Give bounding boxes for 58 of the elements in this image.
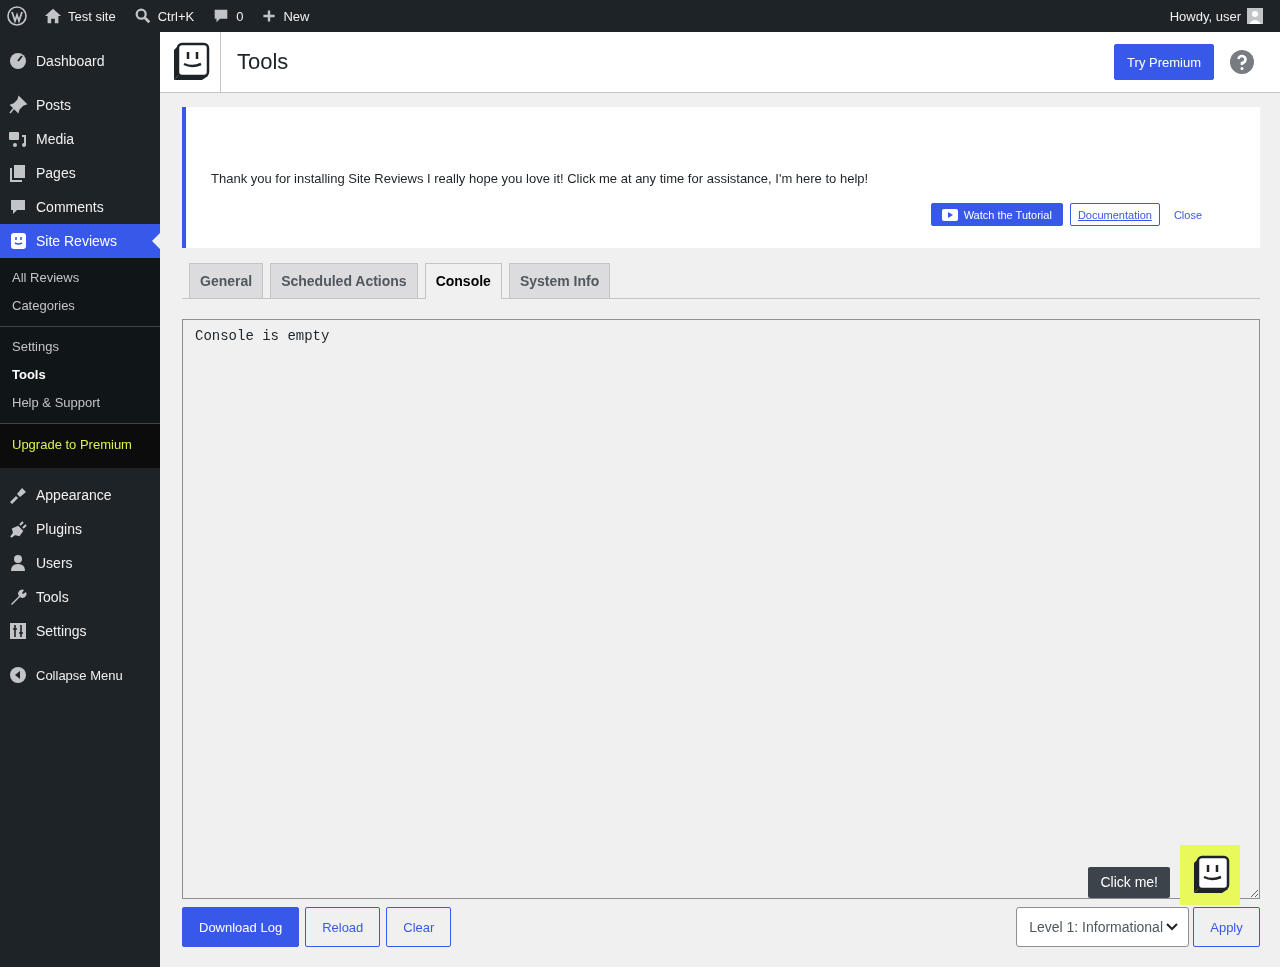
menu-item[interactable]: Settings bbox=[0, 614, 160, 648]
action-button[interactable]: Clear bbox=[386, 907, 452, 947]
play-icon bbox=[941, 208, 958, 221]
tutorial-button[interactable]: Watch the Tutorial bbox=[930, 203, 1063, 226]
tooltip: Click me! bbox=[1088, 867, 1170, 898]
level-select[interactable]: Level 1: Informational bbox=[1016, 907, 1189, 947]
collapse-icon bbox=[8, 665, 28, 685]
submenu-item[interactable]: Settings bbox=[0, 333, 160, 361]
action-button[interactable]: Reload bbox=[305, 907, 381, 947]
menu-item[interactable]: Comments bbox=[0, 190, 160, 224]
help-icon[interactable] bbox=[1230, 50, 1254, 74]
close-link[interactable]: Close bbox=[1166, 208, 1228, 221]
menu-item[interactable]: Pages bbox=[0, 156, 160, 190]
brush-icon bbox=[8, 485, 28, 505]
tab[interactable]: Scheduled Actions bbox=[270, 263, 418, 298]
comments-link[interactable]: 0 bbox=[203, 7, 253, 25]
sliders-icon bbox=[8, 621, 28, 641]
user-icon bbox=[8, 553, 28, 573]
submenu-item[interactable]: All Reviews bbox=[0, 264, 160, 292]
menu-item[interactable]: Posts bbox=[0, 88, 160, 122]
new-link[interactable]: New bbox=[252, 8, 319, 24]
dash-icon bbox=[8, 51, 28, 71]
documentation-button[interactable]: Documentation bbox=[1069, 203, 1160, 226]
assistant-button[interactable] bbox=[1180, 845, 1240, 905]
menu-item[interactable]: Appearance bbox=[0, 478, 160, 512]
plus-icon bbox=[261, 8, 278, 24]
pin-icon bbox=[8, 95, 28, 115]
site-link[interactable]: Test site bbox=[35, 7, 125, 25]
notice-message: Thank you for installing Site Reviews I really hope you love it! Click me at any time for assistance, I'm here to help! bbox=[211, 171, 870, 186]
search-shortcut[interactable]: Ctrl+K bbox=[124, 7, 204, 25]
pages-icon bbox=[8, 163, 28, 183]
avatar-icon bbox=[1247, 8, 1263, 24]
search-icon bbox=[133, 7, 152, 25]
home-icon bbox=[44, 7, 62, 25]
page-title: Tools bbox=[237, 49, 289, 75]
media-icon bbox=[8, 129, 28, 149]
action-button[interactable]: Download Log bbox=[182, 907, 300, 947]
submenu-item[interactable]: Categories bbox=[0, 292, 160, 320]
menu-item[interactable]: Media bbox=[0, 122, 160, 156]
tab[interactable]: Console bbox=[424, 263, 502, 299]
submenu-item[interactable]: Help & Support bbox=[0, 389, 160, 417]
reviews-icon bbox=[8, 231, 28, 251]
menu-item[interactable]: Dashboard bbox=[0, 44, 160, 78]
menu-item[interactable]: Plugins bbox=[0, 512, 160, 546]
comment-icon bbox=[8, 197, 28, 217]
tab[interactable]: General bbox=[189, 263, 264, 298]
menu-item[interactable]: Tools bbox=[0, 580, 160, 614]
chevron-icon bbox=[1166, 923, 1178, 931]
menu-item[interactable]: Collapse Menu bbox=[0, 658, 160, 692]
apply-button[interactable]: Apply bbox=[1193, 907, 1260, 947]
submenu-item[interactable]: Tools bbox=[0, 361, 160, 389]
menu-item[interactable]: Users bbox=[0, 546, 160, 580]
wordpress-logo-icon[interactable] bbox=[7, 6, 27, 26]
try-premium-button[interactable]: Try Premium bbox=[1114, 44, 1214, 80]
account-link[interactable]: Howdy, user bbox=[1160, 8, 1272, 24]
menu-item[interactable]: Site Reviews bbox=[0, 224, 160, 258]
tab[interactable]: System Info bbox=[508, 263, 611, 298]
plug-icon bbox=[8, 519, 28, 539]
